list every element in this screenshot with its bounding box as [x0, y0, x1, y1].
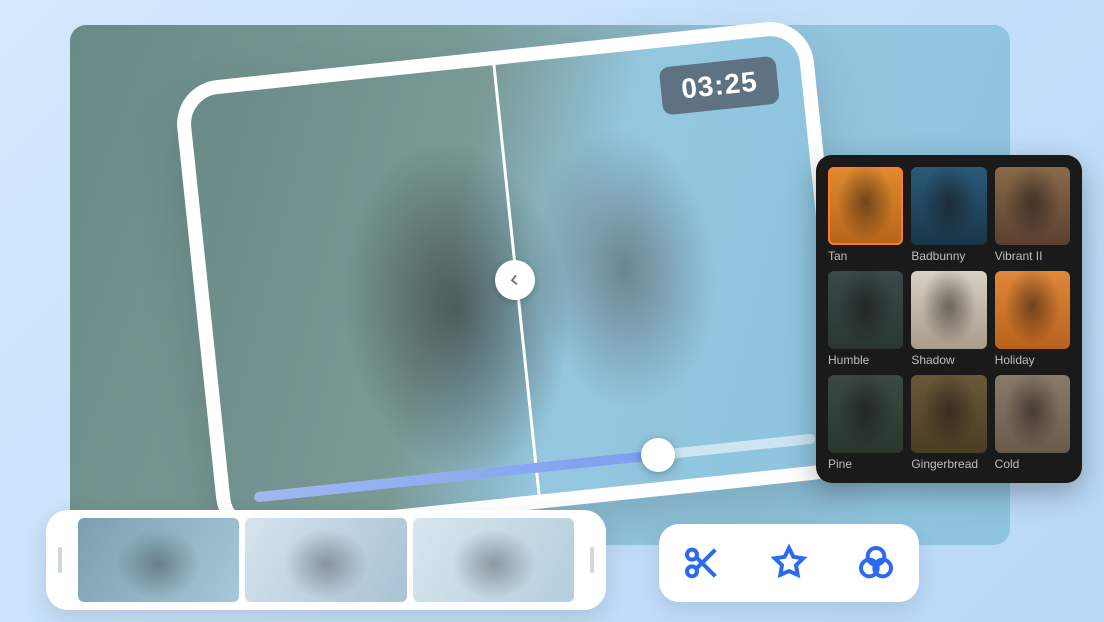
filter-thumbnail [995, 167, 1070, 245]
progress-fill [254, 450, 659, 502]
filter-label: Humble [828, 353, 903, 367]
video-preview: 03:25 [173, 18, 858, 542]
clip-thumbnail[interactable] [78, 518, 239, 602]
filter-shadow[interactable]: Shadow [911, 271, 986, 367]
progress-knob[interactable] [639, 436, 676, 473]
timestamp-badge: 03:25 [659, 56, 780, 116]
filter-label: Badbunny [911, 249, 986, 263]
filter-vibrant-ii[interactable]: Vibrant II [995, 167, 1070, 263]
clip-thumbnail[interactable] [245, 518, 406, 602]
filter-tan[interactable]: Tan [828, 167, 903, 263]
filter-cold[interactable]: Cold [995, 375, 1070, 471]
filter-label: Holiday [995, 353, 1070, 367]
filter-label: Vibrant II [995, 249, 1070, 263]
filter-humble[interactable]: Humble [828, 271, 903, 367]
filter-thumbnail [995, 271, 1070, 349]
filter-panel: Tan Badbunny Vibrant II Humble Shadow Holiday… [816, 155, 1082, 483]
filter-thumbnail [828, 167, 903, 245]
filter-label: Pine [828, 457, 903, 471]
filter-badbunny[interactable]: Badbunny [911, 167, 986, 263]
filter-thumbnail [828, 375, 903, 453]
star-icon [769, 543, 809, 583]
filter-label: Shadow [911, 353, 986, 367]
filter-thumbnail [911, 167, 986, 245]
filter-label: Gingerbread [911, 457, 986, 471]
effects-tool-button[interactable] [761, 535, 817, 591]
filters-tool-button[interactable] [848, 535, 904, 591]
filter-label: Tan [828, 249, 903, 263]
filter-holiday[interactable]: Holiday [995, 271, 1070, 367]
filter-thumbnail [911, 271, 986, 349]
filter-thumbnail [995, 375, 1070, 453]
timeline-filmstrip [46, 510, 606, 610]
filters-icon [856, 543, 896, 583]
filter-gingerbread[interactable]: Gingerbread [911, 375, 986, 471]
filter-label: Cold [995, 457, 1070, 471]
comparison-handle[interactable] [493, 258, 537, 302]
filter-thumbnail [828, 271, 903, 349]
filter-pine[interactable]: Pine [828, 375, 903, 471]
clip-thumbnail[interactable] [413, 518, 574, 602]
filter-thumbnail [911, 375, 986, 453]
cut-tool-button[interactable] [674, 535, 730, 591]
scissors-icon [682, 543, 722, 583]
tools-bar [659, 524, 919, 602]
